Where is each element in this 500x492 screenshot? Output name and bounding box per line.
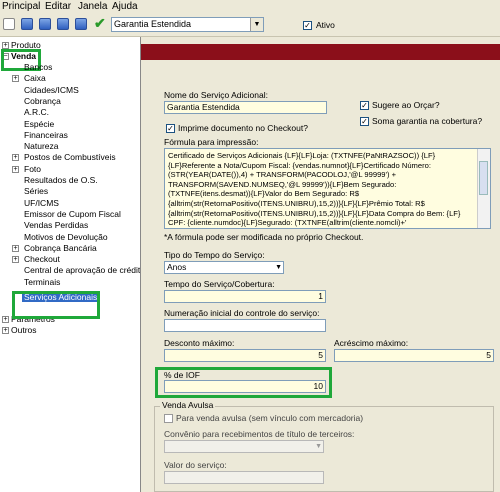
soma-label: Soma garantia na cobertura? [372,116,483,126]
tree-item[interactable]: Cobrança [24,96,61,106]
highlight-servicos-adicionais [12,291,100,319]
tree-item[interactable]: Outros [11,325,37,335]
record-select-value: Garantia Estendida [114,19,192,29]
tipo-select[interactable]: Anos ▼ [164,261,284,274]
tree-item[interactable]: Terminais [24,277,60,287]
menu-ajuda[interactable]: Ajuda [112,1,138,12]
expand-icon[interactable]: + [2,42,9,49]
ativo-label: Ativo [316,20,335,30]
sugere-label: Sugere ao Orçar? [372,100,440,110]
soma-checkbox[interactable]: ✓ [360,117,369,126]
tree-item[interactable]: Resultados de O.S. [24,175,98,185]
convenio-label: Convênio para recebimentos de título de … [164,429,355,439]
tree-item[interactable]: Emissor de Cupom Fiscal [24,209,121,219]
first-record-icon[interactable] [21,18,33,30]
confirm-check-icon[interactable]: ✔ [94,16,106,30]
acrescimo-field[interactable]: 5 [334,349,494,362]
expand-icon[interactable]: + [12,165,19,173]
numeracao-field[interactable] [164,319,326,332]
record-select[interactable]: Garantia Estendida ▼ [111,17,264,32]
formula-textarea[interactable]: Certificado de Serviços Adicionais {LF}{… [164,148,491,229]
menu-principal[interactable]: Principal [2,1,40,12]
tree-item[interactable]: Cobrança Bancária [24,243,97,253]
valor-field[interactable] [164,471,324,484]
convenio-select[interactable]: ▼ [164,440,324,453]
chevron-down-icon[interactable]: ▼ [315,441,322,452]
chevron-down-icon[interactable]: ▼ [275,262,282,273]
toolbar: ✔ Garantia Estendida ▼ ✓ Ativo [0,14,500,37]
imprime-label: Imprime documento no Checkout? [178,123,308,133]
formula-note: *A fórmula pode ser modificada no própri… [164,232,364,242]
tree-item[interactable]: Cidades/ICMS [24,85,79,95]
menu-bar: Principal Editar Janela Ajuda [0,0,500,14]
chevron-down-icon[interactable]: ▼ [250,18,263,31]
next-record-icon[interactable] [57,18,69,30]
menu-janela[interactable]: Janela [78,1,107,12]
tree-item[interactable]: Financeiras [24,130,68,140]
sugere-checkbox[interactable]: ✓ [360,101,369,110]
expand-icon[interactable]: + [2,316,9,323]
avulsa-checkbox[interactable] [164,414,173,423]
tree-item[interactable]: A.R.C. [24,107,49,117]
nome-label: Nome do Serviço Adicional: [164,90,268,100]
scrollbar-thumb[interactable] [479,161,488,195]
highlight-iof [155,367,332,398]
ativo-checkbox[interactable]: ✓ [303,21,312,30]
imprime-checkbox[interactable]: ✓ [166,124,175,133]
navigation-tree: + Produto − Venda Bancos + Caixa Cidades/IC… [0,37,141,492]
tree-item[interactable]: Central de aprovação de crédito [24,265,140,275]
venda-avulsa-title: Venda Avulsa [160,400,216,410]
last-record-icon[interactable] [75,18,87,30]
expand-icon[interactable]: + [12,256,19,264]
tipo-value: Anos [167,262,187,272]
valor-label: Valor do serviço: [164,460,227,470]
nome-field[interactable]: Garantia Estendida [164,101,327,114]
expand-icon[interactable]: + [12,244,19,252]
avulsa-check-label: Para venda avulsa (sem vínculo com merca… [176,413,364,423]
formula-text: Certificado de Serviços Adicionais {LF}{… [168,151,461,228]
tree-item[interactable]: Vendas Perdidas [24,220,88,230]
tree-item[interactable]: Postos de Combustíveis [24,152,116,162]
formula-scrollbar[interactable] [477,149,490,228]
tree-item[interactable]: Espécie [24,119,54,129]
header-bar [141,44,500,60]
acrescimo-label: Acréscimo máximo: [334,338,409,348]
tree-item[interactable]: Caixa [24,73,46,83]
expand-icon[interactable]: + [12,75,19,83]
tree-item[interactable]: Natureza [24,141,59,151]
tipo-label: Tipo do Tempo do Serviço: [164,250,265,260]
desconto-field[interactable]: 5 [164,349,326,362]
new-record-icon[interactable] [3,18,15,30]
previous-record-icon[interactable] [39,18,51,30]
menu-editar[interactable]: Editar [45,1,71,12]
tree-item[interactable]: Motivos de Devolução [24,232,108,242]
tree-item[interactable]: Séries [24,186,48,196]
tempo-field[interactable]: 1 [164,290,326,303]
tree-item[interactable]: Checkout [24,254,60,264]
tempo-label: Tempo do Serviço/Cobertura: [164,279,275,289]
expand-icon[interactable]: + [2,327,9,334]
formula-label: Fórmula para impressão: [164,137,259,147]
tree-item[interactable]: UF/ICMS [24,198,59,208]
tree-item[interactable]: Bancos [24,62,52,72]
expand-icon[interactable]: + [12,154,19,162]
tree-item[interactable]: Foto [24,164,41,174]
numeracao-label: Numeração inicial do controle do serviço… [164,308,320,318]
desconto-label: Desconto máximo: [164,338,235,348]
